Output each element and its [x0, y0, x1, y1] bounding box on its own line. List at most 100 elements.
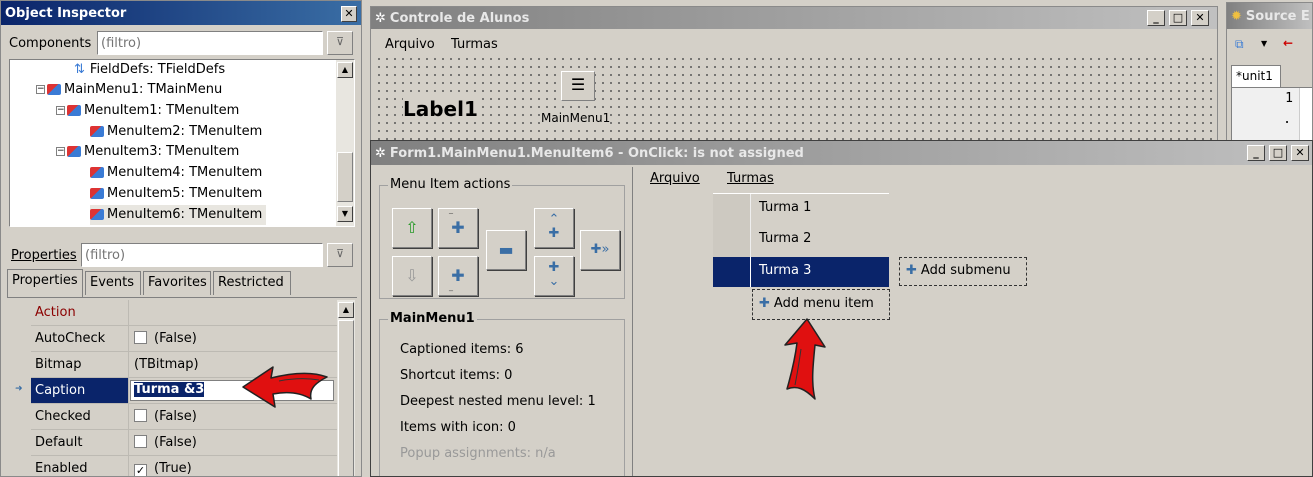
scroll-up-icon[interactable]: ▲: [338, 302, 354, 318]
enabled-checkbox[interactable]: ✓: [134, 464, 147, 476]
scroll-thumb[interactable]: [338, 320, 354, 476]
submenu-dropdown: Turma 1 Turma 2 Turma 3: [713, 193, 889, 287]
plus-icon: ✚: [759, 296, 770, 311]
submenu-item-turma-1[interactable]: Turma 1: [751, 196, 889, 224]
menu-editor-window: ✲ Form1.MainMenu1.MenuItem6 - OnClick: i…: [370, 140, 1313, 477]
tree-item-menuitem3[interactable]: − MenuItem3: TMenuItem: [56, 142, 239, 162]
menu-item-actions-title: Menu Item actions: [388, 177, 513, 192]
label1[interactable]: Label1: [403, 97, 478, 121]
property-row-autocheck[interactable]: AutoCheck (False): [31, 326, 339, 352]
component-icon: [90, 167, 104, 178]
tree-item-menuitem6[interactable]: MenuItem6: TMenuItem: [90, 205, 267, 225]
menu-item-actions-group: Menu Item actions ⇧ ⇩ ✚ ‾ ✚ _ ▬ ⌃ ✚ ✚ ⌄ ✚»: [379, 177, 625, 299]
line-number: 1: [1285, 91, 1293, 106]
tree-item-menuitem1[interactable]: − MenuItem1: TMenuItem: [56, 101, 239, 121]
move-down-button[interactable]: ⇩: [392, 256, 432, 296]
clear-filter-button[interactable]: ⊽: [327, 31, 353, 55]
form-canvas[interactable]: Label1 ☰ MainMenu1: [375, 55, 1213, 145]
tree-item-menuitem4[interactable]: MenuItem4: TMenuItem: [90, 163, 262, 183]
designer-menu-turmas[interactable]: Turmas: [727, 171, 774, 186]
form-titlebar: ✲ Controle de Alunos: [371, 7, 1217, 29]
add-after-button[interactable]: ✚ _: [438, 256, 478, 296]
source-editor-icon: ✹: [1231, 8, 1242, 24]
tab-restricted[interactable]: Restricted: [213, 271, 291, 295]
dropdown-arrow-icon[interactable]: ▼: [1261, 39, 1267, 48]
component-tree[interactable]: ⇅ FieldDefs: TFieldDefs − MainMenu1: TMain…: [9, 59, 355, 227]
close-button[interactable]: ✕: [1291, 145, 1309, 161]
jump-list-icon[interactable]: ⧉: [1235, 37, 1244, 52]
add-submenu-right-button[interactable]: ✚»: [580, 230, 620, 270]
component-icon: [47, 84, 61, 95]
menu-designer: Arquivo Turmas Turma 1 Turma 2 Turma 3 ✚…: [635, 167, 1312, 476]
mainmenu-stats-group: MainMenu1 Captioned items: 6 Shortcut it…: [379, 311, 625, 476]
scroll-up-icon[interactable]: ▲: [337, 62, 353, 78]
form-app-icon: ✲: [375, 10, 386, 26]
scroll-down-icon[interactable]: ▼: [337, 206, 353, 222]
object-inspector-window: Object Inspector ✕ Components ⊽ ⇅FieldDe…: [0, 0, 362, 477]
tab-unit1[interactable]: *unit1: [1231, 65, 1281, 87]
minimize-button[interactable]: _: [1247, 145, 1265, 161]
maximize-button[interactable]: □: [1169, 10, 1187, 26]
red-arrow-caption-pointer: [242, 366, 328, 408]
component-icon: [90, 188, 104, 199]
code-area[interactable]: 1 .: [1231, 87, 1312, 141]
property-row-action[interactable]: Action: [31, 300, 339, 326]
object-inspector-titlebar: Object Inspector: [1, 1, 361, 25]
stat-deepest-level: Deepest nested menu level: 1: [400, 394, 596, 409]
form-title: Controle de Alunos: [389, 10, 530, 26]
menu-turmas[interactable]: Turmas: [451, 37, 498, 52]
add-submenu-above-button[interactable]: ⌃ ✚: [534, 208, 574, 248]
add-before-button[interactable]: ✚ ‾: [438, 208, 478, 248]
property-row-default[interactable]: Default (False): [31, 430, 339, 456]
menu-arquivo[interactable]: Arquivo: [385, 37, 435, 52]
mainmenu-component-icon[interactable]: ☰: [561, 71, 595, 101]
checked-checkbox[interactable]: [134, 409, 147, 422]
inspector-tabs: Properties Events Favorites Restricted: [7, 269, 357, 297]
tab-favorites[interactable]: Favorites: [143, 271, 211, 295]
properties-filter-input[interactable]: [81, 243, 323, 267]
scroll-thumb[interactable]: [337, 152, 353, 202]
designer-menu-arquivo[interactable]: Arquivo: [650, 171, 700, 186]
source-editor-titlebar: ✹ Source E: [1227, 3, 1312, 29]
component-icon: [67, 105, 81, 116]
submenu-item-turma-2[interactable]: Turma 2: [751, 227, 889, 255]
properties-label: Properties: [11, 248, 77, 263]
tree-item-fielddefs[interactable]: ⇅ FieldDefs: TFieldDefs: [74, 60, 225, 80]
collapse-icon[interactable]: −: [36, 85, 45, 94]
stat-popup-assignments: Popup assignments: n/a: [400, 446, 556, 461]
tree-item-menuitem2[interactable]: MenuItem2: TMenuItem: [90, 122, 262, 142]
collapse-icon[interactable]: −: [56, 106, 65, 115]
tab-properties[interactable]: Properties: [7, 269, 83, 297]
add-submenu-below-button[interactable]: ✚ ⌄: [534, 256, 574, 296]
back-arrow-icon[interactable]: ←: [1283, 36, 1293, 50]
tree-item-menuitem5[interactable]: MenuItem5: TMenuItem: [90, 184, 262, 204]
delete-item-button[interactable]: ▬: [486, 230, 526, 270]
move-up-button[interactable]: ⇧: [392, 208, 432, 248]
tree-scrollbar[interactable]: ▲ ▼: [336, 60, 354, 226]
add-submenu-button[interactable]: ✚ Add submenu: [899, 257, 1027, 286]
source-editor-toolbar: ⧉ ▼ ←: [1231, 35, 1311, 57]
stats-group-title: MainMenu1: [388, 311, 477, 326]
collapse-icon[interactable]: −: [56, 147, 65, 156]
left-panel: Menu Item actions ⇧ ⇩ ✚ ‾ ✚ _ ▬ ⌃ ✚ ✚ ⌄ ✚» M…: [373, 167, 633, 476]
gutter: 1 .: [1232, 88, 1300, 141]
close-button[interactable]: ✕: [341, 6, 357, 22]
components-filter-input[interactable]: [97, 31, 323, 55]
menu-editor-app-icon: ✲: [375, 145, 386, 161]
default-checkbox[interactable]: [134, 435, 147, 448]
plus-icon: ✚: [906, 263, 917, 278]
tab-events[interactable]: Events: [85, 271, 141, 295]
autocheck-checkbox[interactable]: [134, 331, 147, 344]
clear-properties-filter-button[interactable]: ⊽: [327, 243, 353, 267]
menu-editor-titlebar: ✲ Form1.MainMenu1.MenuItem6 - OnClick: i…: [371, 141, 1312, 165]
property-row-enabled[interactable]: Enabled ✓ (True): [31, 456, 339, 476]
close-button[interactable]: ✕: [1191, 10, 1209, 26]
form-window: ✲ Controle de Alunos _ □ ✕ Arquivo Turma…: [370, 6, 1218, 146]
mainmenu-component-label: MainMenu1: [541, 111, 611, 125]
property-grid-scrollbar[interactable]: ▲: [337, 300, 355, 476]
maximize-button[interactable]: □: [1269, 145, 1287, 161]
components-label: Components: [9, 36, 92, 51]
minimize-button[interactable]: _: [1147, 10, 1165, 26]
submenu-item-turma-3-selected[interactable]: Turma 3: [713, 257, 889, 287]
tree-item-mainmenu1[interactable]: − MainMenu1: TMainMenu: [36, 80, 222, 100]
